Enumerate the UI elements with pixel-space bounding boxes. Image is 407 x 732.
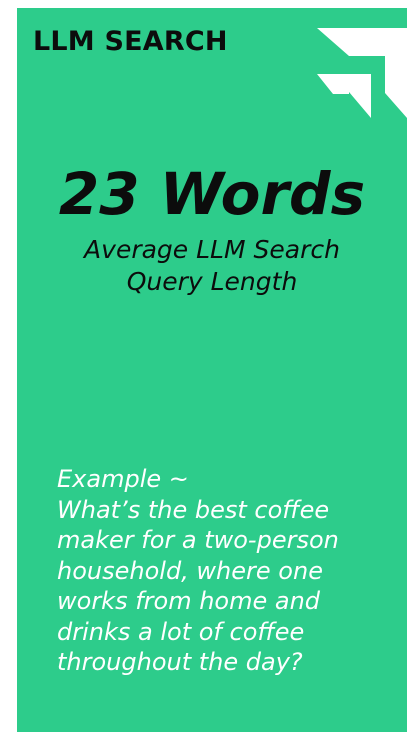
- stat-value: 23 Words: [58, 160, 366, 228]
- stat-block: 23 Words Average LLM Search Query Length: [17, 158, 407, 298]
- arrow-up-right-icon: [317, 28, 407, 118]
- example-text: What’s the best coffee maker for a two-p…: [57, 495, 339, 677]
- example-block: Example ~ What’s the best coffee maker f…: [57, 464, 397, 678]
- example-label: Example ~: [57, 465, 189, 493]
- brand-title: LLM SEARCH: [33, 26, 228, 57]
- stat-caption: Average LLM Search Query Length: [84, 235, 340, 296]
- info-card: LLM SEARCH 23 Words Average LLM Search Q…: [17, 8, 407, 732]
